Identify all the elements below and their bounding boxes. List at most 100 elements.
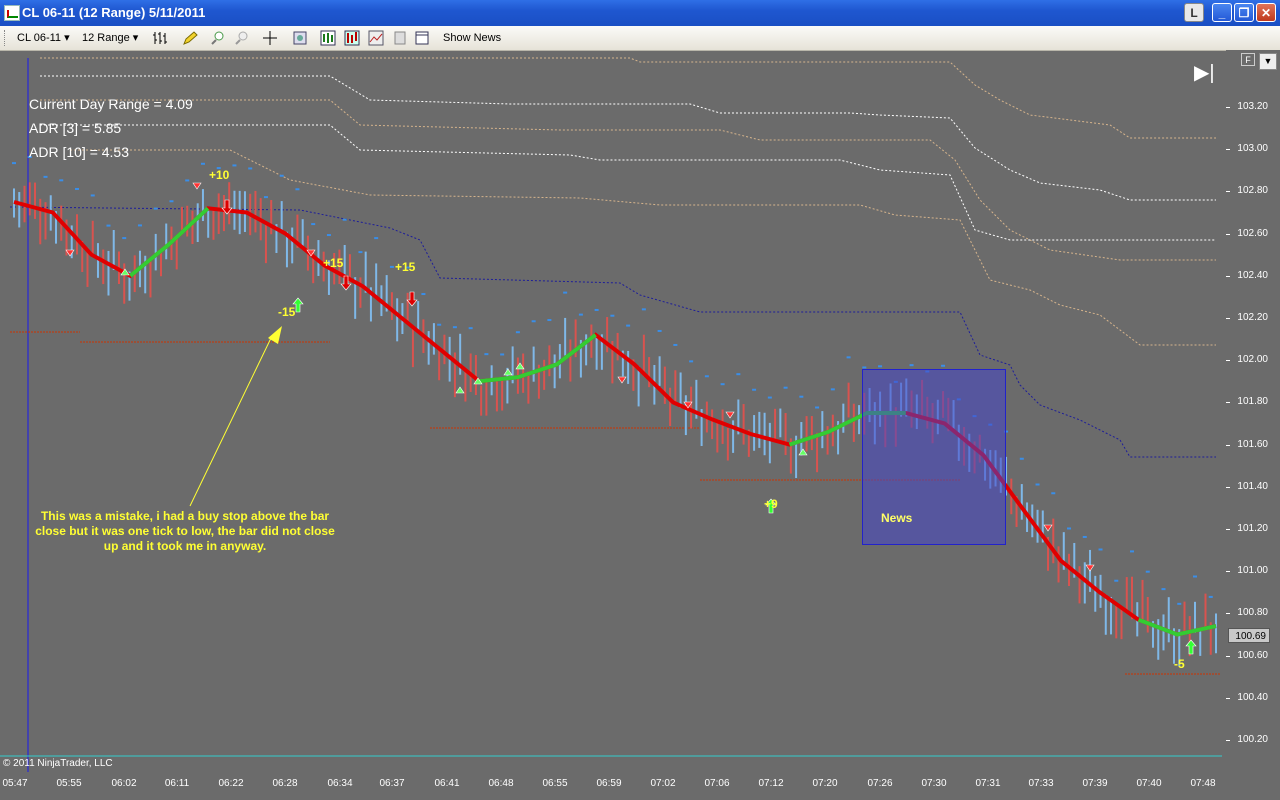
price-tick (1226, 486, 1230, 488)
trade-result-label: +15 (323, 256, 344, 270)
time-tick-label: 06:11 (164, 778, 190, 789)
time-tick-label: 05:47 (2, 778, 28, 789)
time-tick-label: 06:37 (379, 778, 405, 789)
link-button[interactable]: L (1184, 3, 1204, 22)
mistake-note: This was a mistake, i had a buy stop abo… (35, 509, 335, 553)
toolbar-grip (4, 30, 8, 46)
ema-up-segment (129, 206, 210, 278)
price-tick (1226, 107, 1230, 108)
price-tick (1226, 402, 1230, 404)
adr-band-upper-4 (40, 124, 1216, 241)
minimize-icon[interactable]: _ (1212, 3, 1232, 22)
time-tick-label: 07:39 (1082, 778, 1108, 789)
price-axis: 103.20 103.00 102.80 102.60 102.40 102.20 102.… (1226, 50, 1280, 772)
crosshair-icon[interactable] (262, 30, 278, 46)
chart-toolbar: CL 06-11 ▾ 12 Range ▾ Show News (0, 26, 1280, 51)
price-tick-label: 101.60 (1237, 438, 1268, 450)
sell-signal-marker (617, 376, 627, 384)
price-tick-label: 101.80 (1237, 396, 1268, 408)
trade-result-label: +9 (764, 497, 778, 511)
window-title: CL 06-11 (12 Range) 5/11/2011 (22, 5, 206, 20)
time-tick-label: 06:02 (111, 778, 137, 789)
news-label: News (881, 511, 913, 525)
price-tick-label: 102.80 (1237, 185, 1268, 197)
adr-3: ADR [3] = 5.85 (29, 120, 122, 136)
price-tick-label: 101.00 (1237, 565, 1268, 577)
properties-icon[interactable] (292, 30, 308, 46)
sell-signal-marker (1043, 524, 1053, 532)
price-tick-label: 100.80 (1237, 607, 1268, 619)
title-bar: CL 06-11 (12 Range) 5/11/2011 L _ ❐ ✕ (0, 0, 1280, 26)
note-pointer-line (189, 335, 273, 507)
adr-band-lower (9, 206, 1216, 458)
time-tick-label: 06:22 (218, 778, 244, 789)
time-tick-label: 07:30 (921, 778, 947, 789)
time-tick-label: 07:02 (650, 778, 676, 789)
scroll-to-end-icon[interactable]: ▶| (1194, 60, 1220, 84)
price-tick-label: 102.20 (1237, 312, 1268, 323)
time-tick-label: 07:40 (1136, 778, 1162, 789)
indicators-icon[interactable] (368, 30, 384, 46)
price-tick (1226, 613, 1230, 615)
instrument-label: CL 06-11 (17, 32, 62, 44)
time-tick-label: 06:48 (488, 778, 514, 789)
sell-signal-marker (1085, 564, 1095, 572)
price-tick-label: 102.40 (1237, 269, 1268, 281)
last-price-tag: 100.69 (1228, 628, 1270, 643)
trade-result-label: +15 (395, 260, 416, 274)
price-tick-label: 102.00 (1237, 354, 1268, 366)
ema-line (13, 200, 1217, 637)
period-label: 12 Range (82, 32, 130, 44)
period-selector[interactable]: 12 Range ▾ (82, 30, 138, 46)
price-tick (1226, 740, 1230, 741)
maximize-icon[interactable]: ❐ (1234, 3, 1254, 22)
show-news-button[interactable]: Show News (443, 30, 501, 46)
price-tick-label: 103.00 (1237, 143, 1268, 155)
close-icon[interactable]: ✕ (1256, 3, 1276, 22)
data-box-icon[interactable] (392, 30, 408, 46)
zoom-in-icon[interactable] (210, 30, 226, 46)
sell-signal-marker (725, 411, 735, 419)
time-tick-label: 06:55 (542, 778, 568, 789)
price-tick (1226, 233, 1230, 235)
instrument-selector[interactable]: CL 06-11 ▾ (17, 30, 70, 46)
strategies-icon[interactable] (344, 30, 360, 46)
time-tick-label: 07:31 (975, 778, 1001, 789)
adr-10: ADR [10] = 4.53 (29, 144, 130, 160)
app-icon (4, 5, 20, 21)
price-tick (1226, 318, 1230, 319)
time-tick-label: 07:26 (867, 778, 893, 789)
price-tick (1226, 529, 1230, 530)
time-tick-label: 06:28 (272, 778, 298, 789)
time-tick-label: 07:48 (1190, 778, 1216, 789)
fixed-scale-button[interactable]: F (1241, 53, 1255, 66)
price-tick-label: 103.20 (1237, 101, 1268, 112)
price-tick (1226, 655, 1230, 657)
chevron-down-icon[interactable]: ▼ (1259, 53, 1277, 70)
price-tick (1226, 149, 1230, 151)
bar-type-icon[interactable] (152, 30, 168, 46)
panel-icon[interactable] (414, 30, 430, 46)
price-tick-label: 100.40 (1237, 691, 1268, 703)
trade-result-label: -5 (1174, 657, 1185, 671)
price-tick (1226, 571, 1230, 573)
current-day-range: Current Day Range = 4.09 (29, 96, 193, 112)
zoom-out-icon[interactable] (234, 30, 250, 46)
price-tick (1226, 360, 1230, 362)
pencil-icon[interactable] (182, 30, 198, 46)
time-tick-label: 07:06 (704, 778, 730, 789)
ema-up-segment (1137, 617, 1217, 637)
price-tick-label: 100.20 (1237, 734, 1268, 745)
time-tick-label: 06:59 (596, 778, 622, 789)
price-tick (1226, 697, 1230, 699)
price-tick-label: 100.60 (1237, 649, 1268, 661)
price-chart[interactable] (0, 50, 1226, 772)
trade-result-label: +10 (209, 168, 230, 182)
chart-trader-icon[interactable] (320, 30, 336, 46)
time-tick-label: 06:34 (327, 778, 353, 789)
ema-up-segment (479, 333, 597, 384)
trade-result-label: -15 (278, 305, 296, 319)
buy-signal-marker (503, 368, 513, 376)
price-tick (1226, 191, 1230, 193)
buy-arrow-icon (1185, 639, 1197, 655)
